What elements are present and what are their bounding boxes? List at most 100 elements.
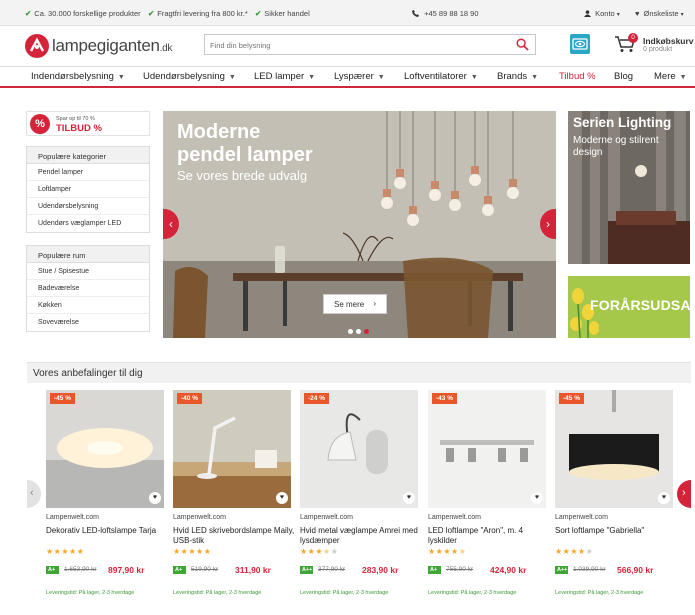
nav-item-udendors[interactable]: Udendørsbelysning ▼ [143, 71, 236, 82]
discount-badge: -43 % [432, 393, 457, 404]
popular-rooms: Populære rum Stue / Spisestue Badeværels… [26, 245, 150, 332]
check-icon: ✔ [148, 9, 155, 18]
rating-stars: ★★★★★ [300, 547, 339, 556]
old-price: 519,90 kr [191, 566, 219, 573]
cart-count-badge: 0 [628, 33, 638, 43]
cart-button[interactable]: 0 [614, 33, 638, 58]
recommendations-heading: Vores anbefalinger til dig [27, 362, 691, 383]
energy-label: A+ [46, 566, 59, 574]
room-link[interactable]: Køkken [27, 297, 149, 314]
product-shop: Lampenwelt.com [173, 514, 226, 521]
product-image[interactable]: -24 % ♥ [300, 390, 418, 508]
product-name[interactable]: Dekorativ LED-loftslampe Tarja [46, 526, 168, 536]
check-icon: ✔ [255, 9, 262, 18]
nav-item-mere[interactable]: Mere ▼ [654, 71, 687, 82]
product-price: 897,90 kr [108, 565, 145, 575]
room-link[interactable]: Badeværelse [27, 280, 149, 297]
nav-item-indendors[interactable]: Indendørsbelysning ▼ [31, 71, 125, 82]
tilbud-banner[interactable]: % Spar op til 70 % TILBUD % [26, 111, 150, 136]
hero-banner[interactable]: Moderne pendel lamper Se vores brede udva… [163, 111, 556, 338]
energy-label: A+ [428, 566, 441, 574]
chevron-right-icon: › [373, 299, 376, 308]
heart-icon[interactable]: ♥ [531, 492, 543, 504]
chevron-down-icon: ▼ [531, 74, 539, 81]
chevron-down-icon: ▼ [679, 74, 687, 81]
spring-sale-banner[interactable]: FORÅRSUDSALG [568, 276, 690, 338]
wishlist-link[interactable]: ♥ Ønskeliste ▾ [635, 9, 684, 18]
product-name[interactable]: Hvid metal væglampe Amrei med lysdæmper [300, 526, 422, 546]
nav-item-loftventilatorer[interactable]: Loftventilatorer ▼ [404, 71, 478, 82]
usp-item: ✔ Fragtfri levering fra 800 kr.* [148, 9, 248, 18]
room-link[interactable]: Soveværelse [27, 314, 149, 331]
categories-heading: Populære kategorier [27, 147, 149, 164]
discount-badge: -45 % [559, 393, 584, 404]
check-icon: ✔ [25, 9, 32, 18]
cart-title[interactable]: Indkøbskurv [643, 36, 694, 46]
nav-item-blog[interactable]: Blog [614, 71, 633, 82]
slide-dot[interactable] [356, 329, 361, 334]
nav-item-lyspaerer[interactable]: Lyspærer ▼ [334, 71, 385, 82]
site-logo[interactable]: lampegiganten.dk [25, 33, 172, 59]
chevron-down-icon: ▼ [470, 74, 478, 81]
serien-image [568, 111, 690, 264]
product-price: 283,90 kr [362, 565, 399, 575]
main-nav: Indendørsbelysning ▼ Udendørsbelysning ▼ L… [0, 66, 695, 88]
chevron-right-icon: › [546, 217, 550, 231]
category-link[interactable]: Pendel lamper [27, 164, 149, 181]
rating-stars: ★★★★★ [555, 547, 594, 556]
phone-link[interactable]: +45 89 88 18 90 [412, 9, 479, 18]
category-link[interactable]: Udendørs væglamper LED [27, 215, 149, 232]
energy-label: A+ [173, 566, 186, 574]
hero-title: Moderne pendel lamper [177, 121, 313, 166]
product-image[interactable]: -45 % ♥ [46, 390, 164, 508]
product-image[interactable]: -45 % ♥ [555, 390, 673, 508]
search-icon[interactable] [516, 38, 529, 51]
product-image[interactable]: -40 % ♥ [173, 390, 291, 508]
old-price: 755,90 kr [446, 566, 474, 573]
product-name[interactable]: LED loftlampe "Aron", m. 4 lyskilder [428, 526, 550, 546]
logo-icon [25, 34, 49, 58]
spring-sale-text: FORÅRSUDSALG [590, 297, 690, 313]
slide-dot-active[interactable] [364, 329, 369, 334]
heart-icon[interactable]: ♥ [149, 492, 161, 504]
delivery-info: Leveringstid: På lager, 2-3 hverdage [173, 590, 262, 596]
energy-label: A++ [300, 566, 313, 574]
serien-lighting-banner[interactable]: Serien Lighting Moderne og stilrent desi… [568, 111, 690, 264]
rating-stars: ★★★★★ [428, 547, 467, 556]
product-shop: Lampenwelt.com [300, 514, 353, 521]
product-shop: Lampenwelt.com [428, 514, 481, 521]
carousel-next-arrow[interactable]: › [677, 480, 691, 508]
product-image[interactable]: -43 % ♥ [428, 390, 546, 508]
room-link[interactable]: Stue / Spisestue [27, 263, 149, 280]
product-name[interactable]: Sort loftlampe "Gabriella" [555, 526, 677, 536]
search-box [204, 34, 536, 55]
nav-item-led[interactable]: LED lamper ▼ [254, 71, 315, 82]
old-price: 1.039,90 kr [573, 566, 606, 573]
carousel-prev-arrow[interactable]: ‹ [27, 480, 41, 508]
delivery-info: Leveringstid: På lager, 2-3 hverdage [428, 590, 517, 596]
nav-item-brands[interactable]: Brands ▼ [497, 71, 538, 82]
rating-stars: ★★★★★ [46, 547, 85, 556]
header: lampegiganten.dk 0 Indkøbskurv 0 produkt [0, 27, 695, 67]
delivery-info: Leveringstid: På lager, 2-3 hverdage [300, 590, 389, 596]
slide-dot[interactable] [348, 329, 353, 334]
energy-label: A++ [555, 566, 568, 574]
category-link[interactable]: Loftlamper [27, 181, 149, 198]
category-link[interactable]: Udendørsbelysning [27, 198, 149, 215]
search-input[interactable] [205, 36, 505, 55]
nav-item-tilbud[interactable]: Tilbud % [559, 71, 596, 82]
chevron-right-icon: › [682, 487, 686, 499]
heart-icon[interactable]: ♥ [403, 492, 415, 504]
eye-icon[interactable] [570, 34, 590, 54]
account-link[interactable]: Konto ▾ [584, 9, 620, 18]
hero-subtitle: Se vores brede udvalg [177, 168, 308, 183]
hero-button[interactable]: Se mere › [323, 294, 387, 314]
usp-item: ✔ Ca. 30.000 forskellige produkter [25, 9, 141, 18]
chevron-left-icon: ‹ [169, 217, 173, 231]
product-name[interactable]: Hvid LED skrivebordslampe Maily, USB-sti… [173, 526, 295, 546]
heart-icon[interactable]: ♥ [658, 492, 670, 504]
top-bar: ✔ Ca. 30.000 forskellige produkter ✔ Fragt… [0, 0, 695, 26]
heart-icon[interactable]: ♥ [276, 492, 288, 504]
rating-stars: ★★★★★ [173, 547, 212, 556]
product-shop: Lampenwelt.com [555, 514, 608, 521]
